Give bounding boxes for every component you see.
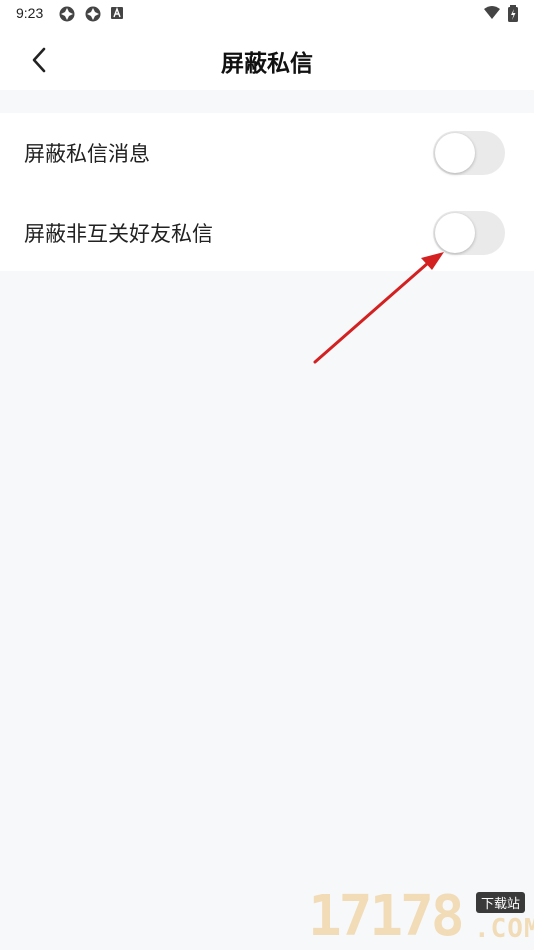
setting-label: 屏蔽私信消息 [24,142,150,166]
setting-row-block-non-mutual: 屏蔽非互关好友私信 [0,193,534,273]
wifi-icon [483,5,501,25]
setting-label: 屏蔽非互关好友私信 [24,222,213,246]
block-messages-toggle[interactable] [433,131,505,175]
header: 屏蔽私信 [0,28,534,90]
toggle-knob [435,133,475,173]
watermark-badge: 下载站 [476,892,526,913]
status-time: 9:23 [16,5,44,21]
watermark-domain: .COM [474,914,534,944]
battery-icon [507,5,519,27]
text-a-icon [110,5,124,25]
watermark-digits: 17178 [308,884,465,949]
page-title: 屏蔽私信 [221,51,313,77]
app-notification-icon [84,5,102,27]
toggle-knob [435,213,475,253]
block-non-mutual-toggle[interactable] [433,211,505,255]
status-bar: 9:23 [0,0,534,28]
app-notification-icon [58,5,76,27]
setting-row-block-messages: 屏蔽私信消息 [0,113,534,193]
settings-list: 屏蔽私信消息 屏蔽非互关好友私信 [0,113,534,271]
watermark-logo: 17178 下载站 .COM [308,884,534,950]
